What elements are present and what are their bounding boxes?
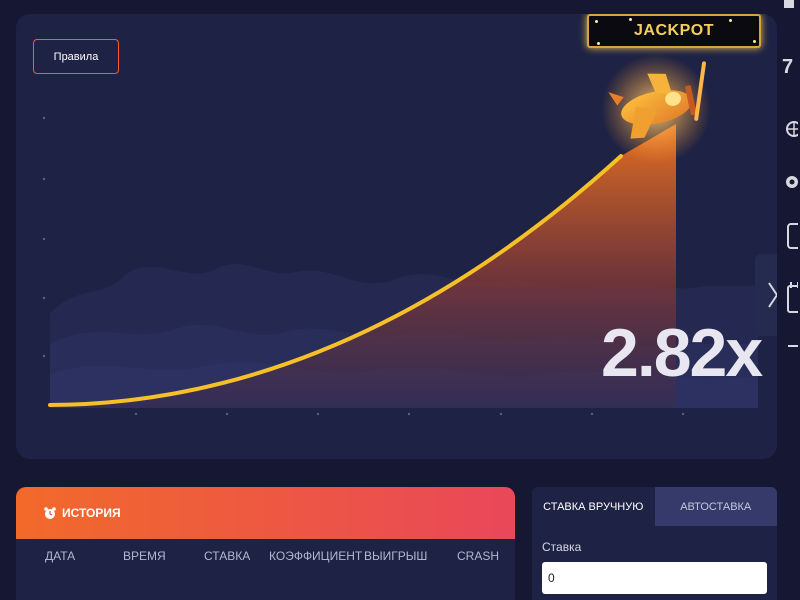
stake-input[interactable] xyxy=(542,562,767,594)
column-coefficient[interactable]: КОЭФФИЦИЕНТ xyxy=(269,549,362,563)
jackpot-label: JACKPOT xyxy=(634,22,714,39)
y-axis-ticks xyxy=(42,116,46,358)
history-table-header: ДАТА ВРЕМЯ СТАВКА КОЭФФИЦИЕНТ ВЫИГРЫШ CR… xyxy=(16,539,515,573)
tab-manual-bet[interactable]: СТАВКА ВРУЧНУЮ xyxy=(532,487,655,526)
bar-icon[interactable] xyxy=(784,0,794,8)
ferris-wheel-icon[interactable] xyxy=(782,120,798,140)
column-winnings[interactable]: ВЫИГРЫШ xyxy=(364,549,427,563)
side-value: 7 xyxy=(782,56,794,78)
column-crash[interactable]: CRASH xyxy=(457,549,499,563)
jackpot-light xyxy=(753,40,756,43)
jackpot-light xyxy=(629,18,632,21)
gear-icon[interactable] xyxy=(782,172,798,192)
history-panel: ИСТОРИЯ ДАТА ВРЕМЯ СТАВКА КОЭФФИЦИЕНТ ВЫ… xyxy=(16,487,515,600)
side-panel-toggle[interactable] xyxy=(755,254,777,336)
column-date[interactable]: ДАТА xyxy=(45,549,75,563)
bet-panel: СТАВКА ВРУЧНУЮ АВТОСТАВКА Ставка xyxy=(532,487,777,600)
tab-auto-bet[interactable]: АВТОСТАВКА xyxy=(654,487,777,526)
minus-icon[interactable] xyxy=(788,345,798,347)
multiplier-display: 2.82x xyxy=(601,315,763,391)
alarm-clock-icon xyxy=(44,507,56,519)
column-time[interactable]: ВРЕМЯ xyxy=(123,549,166,563)
column-bet[interactable]: СТАВКА xyxy=(204,549,250,563)
stake-label: Ставка xyxy=(542,540,582,554)
bet-tabs: СТАВКА ВРУЧНУЮ АВТОСТАВКА xyxy=(532,487,777,526)
rules-button[interactable]: Правила xyxy=(33,39,119,74)
jackpot-light xyxy=(595,20,598,23)
x-axis-ticks xyxy=(134,412,685,416)
chevron-right-icon xyxy=(768,282,777,308)
game-canvas xyxy=(42,54,758,416)
side-strip: 7 xyxy=(778,0,800,400)
history-header[interactable]: ИСТОРИЯ xyxy=(16,487,515,539)
jackpot-light xyxy=(597,42,600,45)
jackpot-light xyxy=(729,19,732,22)
game-panel: Правила JACKPOT 2.82x xyxy=(16,14,777,459)
jackpot-banner[interactable]: JACKPOT xyxy=(587,14,761,48)
history-title: ИСТОРИЯ xyxy=(62,506,121,520)
calendar-icon[interactable] xyxy=(782,278,798,318)
camera-icon[interactable] xyxy=(782,218,798,252)
